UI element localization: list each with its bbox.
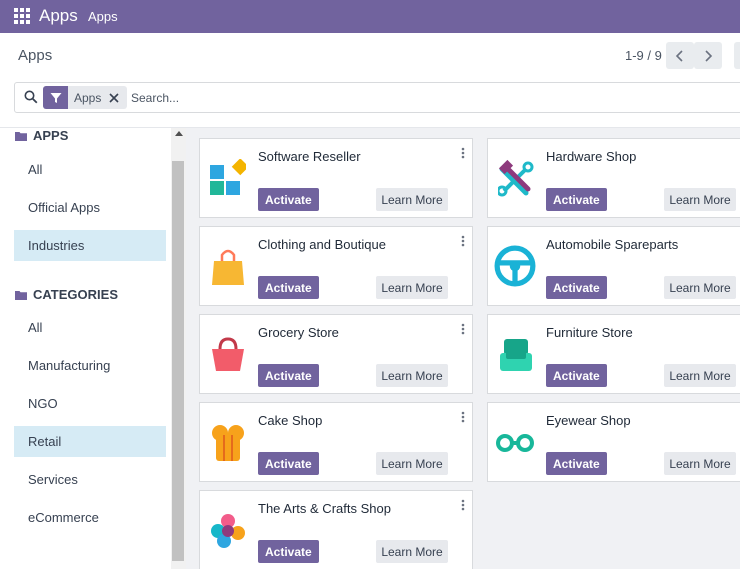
close-icon: [109, 92, 119, 103]
paint-palette-icon: [211, 514, 245, 548]
sidebar-header-label: CATEGORIES: [33, 287, 118, 302]
learn-more-button[interactable]: Learn More: [376, 452, 448, 475]
sidebar-header-apps: APPS: [15, 128, 68, 143]
clothing-bag-icon: [212, 249, 244, 285]
kebab-menu-icon[interactable]: [460, 411, 466, 423]
activate-button[interactable]: Activate: [258, 540, 319, 563]
search-icon[interactable]: [24, 90, 38, 104]
kebab-menu-icon[interactable]: [460, 147, 466, 159]
sidebar-item-label: Retail: [28, 434, 62, 449]
sidebar-item-industries[interactable]: Industries: [14, 230, 166, 261]
sidebar-header-label: APPS: [33, 128, 69, 143]
app-grid-icon[interactable]: [14, 8, 30, 24]
app-card-eyewear-shop[interactable]: Eyewear Shop Activate Learn More: [487, 402, 740, 482]
sidebar-item-label: All: [28, 162, 43, 177]
app-card-hardware-shop[interactable]: Hardware Shop Activate Learn More: [487, 138, 740, 218]
sidebar-item-all-categories[interactable]: All: [14, 312, 166, 343]
app-card-name: Automobile Spareparts: [546, 237, 679, 252]
sidebar-item-label: eCommerce: [28, 510, 99, 525]
pager-previous-button[interactable]: [666, 42, 694, 69]
sidebar-item-official-apps[interactable]: Official Apps: [14, 192, 166, 223]
learn-more-button[interactable]: Learn More: [376, 276, 448, 299]
kebab-menu-icon[interactable]: [460, 235, 466, 247]
learn-more-button[interactable]: Learn More: [376, 364, 448, 387]
activate-button[interactable]: Activate: [546, 188, 607, 211]
sidebar-item-manufacturing[interactable]: Manufacturing: [14, 350, 166, 381]
search-bar: Apps: [14, 82, 740, 113]
learn-more-button[interactable]: Learn More: [664, 276, 736, 299]
sidebar-item-all-apps[interactable]: All: [14, 154, 166, 185]
app-card-name: Grocery Store: [258, 325, 339, 340]
app-card-name: Hardware Shop: [546, 149, 637, 164]
sidebar-scrollbar[interactable]: [171, 128, 186, 569]
folder-icon: [15, 131, 27, 141]
steering-wheel-icon: [494, 245, 536, 287]
sidebar-item-label: NGO: [28, 396, 58, 411]
activate-button[interactable]: Activate: [258, 188, 319, 211]
sidebar-item-ngo[interactable]: NGO: [14, 388, 166, 419]
activate-button[interactable]: Activate: [258, 364, 319, 387]
sidebar-item-ecommerce[interactable]: eCommerce: [14, 502, 166, 533]
activate-button[interactable]: Activate: [546, 276, 607, 299]
sidebar-item-retail[interactable]: Retail: [14, 426, 166, 457]
facet-label: Apps: [68, 86, 108, 109]
search-facet: Apps: [43, 86, 128, 109]
app-card-software-reseller[interactable]: Software Reseller Activate Learn More: [199, 138, 473, 218]
apps-kanban: Software Reseller Activate Learn More Ha…: [186, 127, 740, 569]
pager-next-button[interactable]: [694, 42, 722, 69]
breadcrumb: Apps: [18, 47, 53, 64]
pager-value[interactable]: 1-9 / 9: [625, 48, 662, 63]
app-card-furniture-store[interactable]: Furniture Store Activate Learn More: [487, 314, 740, 394]
app-card-name: Clothing and Boutique: [258, 237, 386, 252]
software-reseller-icon: [210, 159, 246, 195]
hardware-shop-icon: [498, 159, 534, 197]
app-card-name: Furniture Store: [546, 325, 633, 340]
app-card-clothing-boutique[interactable]: Clothing and Boutique Activate Learn Mor…: [199, 226, 473, 306]
sidebar-header-categories: CATEGORIES: [15, 287, 118, 302]
chevron-right-icon: [705, 49, 713, 62]
activate-button[interactable]: Activate: [258, 276, 319, 299]
learn-more-button[interactable]: Learn More: [664, 188, 736, 211]
app-card-grocery-store[interactable]: Grocery Store Activate Learn More: [199, 314, 473, 394]
sidebar-item-services[interactable]: Services: [14, 464, 166, 495]
app-card-name: The Arts & Crafts Shop: [258, 501, 391, 516]
search-input[interactable]: [131, 88, 431, 108]
activate-button[interactable]: Activate: [546, 364, 607, 387]
sidebar-item-label: All: [28, 320, 43, 335]
app-card-automobile-spareparts[interactable]: Automobile Spareparts Activate Learn Mor…: [487, 226, 740, 306]
app-card-arts-crafts-shop[interactable]: The Arts & Crafts Shop Activate Learn Mo…: [199, 490, 473, 569]
scrollbar-thumb[interactable]: [172, 161, 184, 561]
chevron-left-icon: [675, 49, 683, 62]
app-card-name: Cake Shop: [258, 413, 323, 428]
facet-remove-button[interactable]: [107, 86, 128, 109]
sidebar-item-label: Manufacturing: [28, 358, 111, 373]
kebab-menu-icon[interactable]: [460, 323, 466, 335]
glasses-icon: [496, 434, 534, 452]
grocery-basket-icon: [212, 337, 244, 371]
sidebar-item-label: Industries: [28, 238, 85, 253]
navbar-app-title[interactable]: Apps: [39, 6, 78, 26]
learn-more-button[interactable]: Learn More: [664, 364, 736, 387]
app-card-cake-shop[interactable]: Cake Shop Activate Learn More: [199, 402, 473, 482]
activate-button[interactable]: Activate: [258, 452, 319, 475]
top-navbar: Apps Apps: [0, 0, 740, 33]
folder-icon: [15, 290, 27, 300]
sidebar-panel: APPS All Official Apps Industries CATEGO…: [0, 127, 186, 569]
navbar-menu-apps[interactable]: Apps: [88, 9, 118, 24]
learn-more-button[interactable]: Learn More: [376, 188, 448, 211]
armchair-icon: [500, 339, 532, 371]
sidebar-item-label: Official Apps: [28, 200, 101, 215]
app-card-name: Eyewear Shop: [546, 413, 631, 428]
view-switcher-button[interactable]: [734, 42, 740, 69]
scroll-up-arrow-icon[interactable]: [175, 131, 183, 136]
activate-button[interactable]: Activate: [546, 452, 607, 475]
learn-more-button[interactable]: Learn More: [376, 540, 448, 563]
kebab-menu-icon[interactable]: [460, 499, 466, 511]
filter-icon: [43, 86, 68, 109]
sidebar-item-label: Services: [28, 472, 78, 487]
app-card-name: Software Reseller: [258, 149, 361, 164]
learn-more-button[interactable]: Learn More: [664, 452, 736, 475]
chef-hat-icon: [212, 425, 244, 461]
